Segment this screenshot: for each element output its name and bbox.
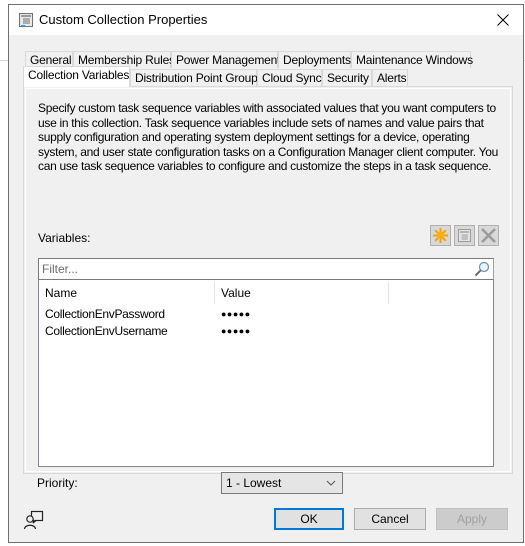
variable-name: CollectionEnvPassword [45,307,165,321]
ok-button[interactable]: OK [274,508,344,530]
priority-dropdown[interactable]: 1 - Lowest [221,472,343,494]
cancel-button[interactable]: Cancel [354,508,426,530]
tab-cloud-sync[interactable]: Cloud Sync [257,69,322,86]
tab-security[interactable]: Security [322,69,372,86]
filter-box [38,258,494,280]
variable-name: CollectionEnvUsername [45,324,168,338]
close-icon [497,14,509,26]
tab-power-management[interactable]: Power Management [171,51,280,68]
properties-window-icon [19,13,33,27]
apply-button[interactable]: Apply [436,508,508,530]
collection-variables-panel: Specify custom task sequence variables w… [23,86,513,474]
user-feedback-icon[interactable] [23,509,45,531]
column-header-name[interactable]: Name [39,282,215,304]
variables-list[interactable]: Name Value CollectionEnvPassword ●●●●● C… [38,280,494,467]
tab-alerts[interactable]: Alerts [372,69,408,86]
variable-value: ●●●●● [221,309,251,319]
new-variable-button[interactable] [430,225,451,246]
priority-selected-value: 1 - Lowest [226,476,282,490]
delete-button[interactable] [478,225,499,246]
column-header-value[interactable]: Value [215,282,389,304]
properties-icon [458,229,471,242]
filter-input[interactable] [42,261,462,277]
tab-distribution-point-groups[interactable]: Distribution Point Groups [130,69,264,86]
variable-value: ●●●●● [221,326,251,336]
properties-dialog: Custom Collection Properties General Mem… [8,4,524,543]
priority-label: Priority: [37,476,78,490]
window-title: Custom Collection Properties [39,12,208,27]
tab-deployments[interactable]: Deployments [278,51,351,68]
variables-label: Variables: [38,231,91,245]
new-variable-icon [433,228,448,243]
search-icon[interactable] [474,261,490,277]
chevron-down-icon [326,480,336,486]
close-button[interactable] [483,5,523,35]
tab-collection-variables[interactable]: Collection Variables [23,66,130,87]
tab-maintenance-windows[interactable]: Maintenance Windows [351,51,473,68]
title-bar: Custom Collection Properties [9,5,523,35]
properties-button[interactable] [454,225,475,246]
delete-icon [481,228,496,243]
list-item[interactable]: CollectionEnvUsername ●●●●● [39,323,493,340]
description-text: Specify custom task sequence variables w… [38,101,498,173]
list-item[interactable]: CollectionEnvPassword ●●●●● [39,306,493,323]
